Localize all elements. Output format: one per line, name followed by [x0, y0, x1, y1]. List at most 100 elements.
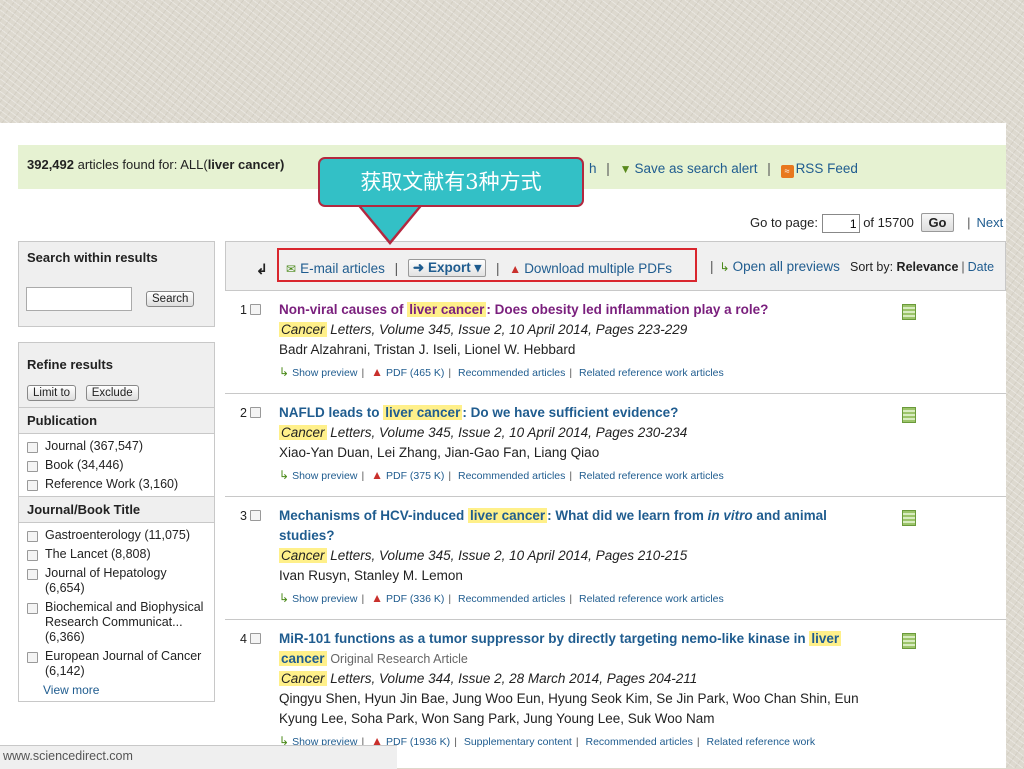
search-within-title: Search within results	[27, 250, 158, 265]
sort-label: Sort by:	[850, 260, 897, 274]
results-count: 392,492 articles found for: ALL(liver ca…	[27, 157, 285, 172]
limit-to-button[interactable]: Limit to	[27, 385, 77, 401]
result-number: 3	[240, 509, 261, 523]
result-source: Cancer Letters, Volume 345, Issue 2, 10 …	[279, 548, 688, 563]
related-link[interactable]: Related reference work articles	[579, 593, 724, 605]
preview-actions: | ↳ Open all previews	[710, 259, 840, 274]
recommended-link[interactable]: Recommended articles	[458, 367, 565, 379]
pdf-link[interactable]: PDF (465 K)	[386, 367, 444, 379]
sort-date-link[interactable]: Date	[968, 260, 994, 274]
result-number: 4	[240, 632, 261, 646]
show-preview-link[interactable]: Show preview	[292, 367, 357, 379]
facet-item[interactable]: Reference Work (3,160)	[19, 475, 214, 494]
result-authors: Xiao-Yan Duan, Lei Zhang, Jian-Gao Fan, …	[279, 445, 600, 460]
document-icon[interactable]	[902, 407, 916, 423]
pdf-link[interactable]: PDF (336 K)	[386, 593, 444, 605]
sidebar: Search within results Search Refine resu…	[18, 241, 215, 702]
checkbox[interactable]	[27, 461, 38, 472]
recommended-link[interactable]: Recommended articles	[585, 736, 692, 748]
preview-icon: ↳	[279, 468, 290, 482]
result-links: ↳ Show preview | ▲ PDF (465 K) | Recommended…	[279, 365, 724, 379]
pagination: Go to page: of 15700 Go |Next	[750, 213, 1004, 234]
page-total: of 15700	[863, 215, 914, 230]
result-links: ↳ Show preview | ▲ PDF (336 K) | Recommended…	[279, 591, 724, 605]
result-authors: Ivan Rusyn, Stanley M. Lemon	[279, 568, 463, 583]
result-item: 2 NAFLD leads to liver cancer: Do we hav…	[225, 394, 1006, 497]
callout-tail	[360, 205, 420, 241]
facet-item[interactable]: Biochemical and Biophysical Research Com…	[19, 598, 214, 647]
preview-icon: ↳	[279, 365, 290, 379]
document-icon[interactable]	[902, 633, 916, 649]
journal-heading: Journal/Book Title	[19, 496, 214, 522]
result-title[interactable]: Mechanisms of HCV-induced liver cancer: …	[279, 506, 869, 546]
export-button[interactable]: ➜ Export ▾	[407, 259, 487, 277]
download-pdfs-link[interactable]: Download multiple PDFs	[524, 261, 672, 276]
related-link[interactable]: Related reference work articles	[579, 470, 724, 482]
select-all-arrow-icon[interactable]: ↲	[256, 261, 268, 278]
exclude-button[interactable]: Exclude	[85, 385, 139, 401]
article-type: Original Research Article	[330, 652, 468, 666]
partial-link[interactable]: h	[589, 161, 597, 176]
facet-item[interactable]: Journal of Hepatology (6,654)	[19, 564, 214, 598]
goto-label: Go to page:	[750, 215, 818, 230]
facet-item[interactable]: Gastroenterology (11,075)	[19, 526, 214, 545]
document-icon[interactable]	[902, 304, 916, 320]
sciencedirect-page: 392,492 articles found for: ALL(liver ca…	[0, 123, 1006, 768]
go-button[interactable]: Go	[921, 213, 954, 232]
result-title[interactable]: Non-viral causes of liver cancer: Does o…	[279, 300, 869, 320]
facet-item[interactable]: Journal (367,547)	[19, 437, 214, 456]
checkbox[interactable]	[249, 633, 261, 644]
result-source: Cancer Letters, Volume 345, Issue 2, 10 …	[279, 425, 688, 440]
page-number-input[interactable]	[821, 214, 860, 234]
email-icon: ✉	[286, 262, 297, 276]
publication-facets: Journal (367,547) Book (34,446) Referenc…	[19, 433, 214, 496]
status-url: www.sciencedirect.com	[3, 749, 133, 763]
pdf-icon: ▲	[371, 365, 383, 379]
related-link[interactable]: Related reference work articles	[579, 367, 724, 379]
result-number: 2	[240, 406, 261, 420]
checkbox[interactable]	[27, 569, 38, 580]
callout-text: 获取文献有3种方式	[360, 170, 542, 194]
pdf-link[interactable]: PDF (375 K)	[386, 470, 444, 482]
document-icon[interactable]	[902, 510, 916, 526]
results-toolbar: ↲ ✉ E-mail articles | ➜ Export ▾ | ▲ Downl…	[225, 241, 1006, 291]
recommended-link[interactable]: Recommended articles	[458, 593, 565, 605]
result-title[interactable]: MiR-101 functions as a tumor suppressor …	[279, 629, 869, 669]
checkbox[interactable]	[27, 550, 38, 561]
checkbox[interactable]	[27, 603, 38, 614]
publication-heading: Publication	[19, 407, 214, 433]
checkbox[interactable]	[249, 304, 261, 315]
refine-results-box: Refine results Limit to Exclude Publicat…	[18, 342, 215, 702]
next-link[interactable]: Next	[977, 215, 1004, 230]
journal-facets: Gastroenterology (11,075) The Lancet (8,…	[19, 522, 214, 701]
status-bar: www.sciencedirect.com	[0, 745, 397, 769]
rss-feed-link[interactable]: RSS Feed	[796, 161, 858, 176]
checkbox[interactable]	[249, 510, 261, 521]
save-search-alert-link[interactable]: Save as search alert	[634, 161, 757, 176]
recommended-link[interactable]: Recommended articles	[458, 470, 565, 482]
search-within-input[interactable]	[26, 287, 132, 311]
result-number: 1	[240, 303, 261, 317]
preview-icon: ↳	[719, 260, 730, 274]
result-title[interactable]: NAFLD leads to liver cancer: Do we have …	[279, 403, 869, 423]
result-authors: Badr Alzahrani, Tristan J. Iseli, Lionel…	[279, 342, 576, 357]
checkbox[interactable]	[27, 442, 38, 453]
facet-item[interactable]: European Journal of Cancer (6,142)	[19, 647, 214, 681]
checkbox[interactable]	[27, 652, 38, 663]
result-item: 3 Mechanisms of HCV-induced liver cancer…	[225, 497, 1006, 620]
view-more-link[interactable]: View more	[19, 681, 214, 699]
email-articles-link[interactable]: E-mail articles	[300, 261, 385, 276]
checkbox[interactable]	[27, 531, 38, 542]
preview-icon: ↳	[279, 591, 290, 605]
checkbox[interactable]	[27, 480, 38, 491]
related-link[interactable]: Related reference work	[707, 736, 816, 748]
search-button[interactable]: Search	[146, 291, 195, 307]
supplementary-link[interactable]: Supplementary content	[464, 736, 572, 748]
facet-item[interactable]: The Lancet (8,808)	[19, 545, 214, 564]
facet-item[interactable]: Book (34,446)	[19, 456, 214, 475]
show-preview-link[interactable]: Show preview	[292, 470, 357, 482]
open-previews-link[interactable]: Open all previews	[733, 259, 840, 274]
sort-relevance[interactable]: Relevance	[897, 260, 959, 274]
show-preview-link[interactable]: Show preview	[292, 593, 357, 605]
checkbox[interactable]	[249, 407, 261, 418]
